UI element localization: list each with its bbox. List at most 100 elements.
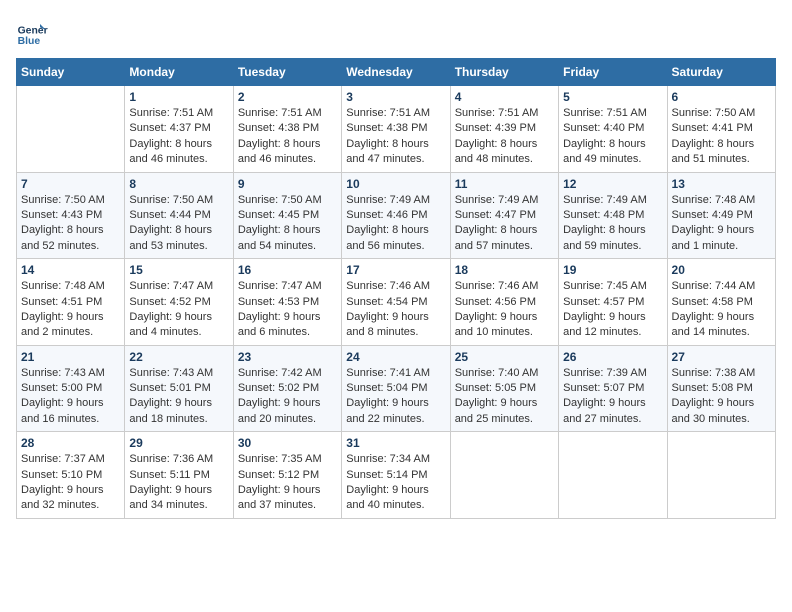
day-number: 1 [129,90,228,104]
calendar-cell: 16 Sunrise: 7:47 AM Sunset: 4:53 PM Dayli… [233,259,341,346]
day-number: 14 [21,263,120,277]
day-number: 17 [346,263,445,277]
calendar-cell: 12 Sunrise: 7:49 AM Sunset: 4:48 PM Dayli… [559,172,667,259]
day-number: 3 [346,90,445,104]
day-info: Sunrise: 7:42 AM Sunset: 5:02 PM Dayligh… [238,366,337,428]
calendar-cell: 13 Sunrise: 7:48 AM Sunset: 4:49 PM Dayli… [667,172,775,259]
calendar-week-row: 21Sunrise: 7:43 AM Sunset: 5:00 PM Dayli… [17,345,776,432]
calendar-cell: 15 Sunrise: 7:47 AM Sunset: 4:52 PM Dayli… [125,259,233,346]
calendar-cell: 6Sunrise: 7:50 AM Sunset: 4:41 PM Daylig… [667,86,775,173]
day-info: Sunrise: 7:51 AM Sunset: 4:37 PM Dayligh… [129,106,228,168]
calendar-cell: 17 Sunrise: 7:46 AM Sunset: 4:54 PM Dayli… [342,259,450,346]
day-number: 7 [21,177,120,191]
day-number: 24 [346,350,445,364]
day-number: 31 [346,436,445,450]
calendar-cell: 10 Sunrise: 7:49 AM Sunset: 4:46 PM Dayli… [342,172,450,259]
day-number: 11 [455,177,554,191]
day-number: 8 [129,177,228,191]
day-number: 19 [563,263,662,277]
calendar-cell: 22Sunrise: 7:43 AM Sunset: 5:01 PM Dayli… [125,345,233,432]
calendar-cell: 31 Sunrise: 7:34 AM Sunset: 5:14 PM Dayli… [342,432,450,519]
calendar-cell: 30 Sunrise: 7:35 AM Sunset: 5:12 PM Dayli… [233,432,341,519]
calendar-cell: 25 Sunrise: 7:40 AM Sunset: 5:05 PM Dayli… [450,345,558,432]
day-number: 18 [455,263,554,277]
calendar-cell: 9 Sunrise: 7:50 AM Sunset: 4:45 PM Daylig… [233,172,341,259]
calendar-cell: 4Sunrise: 7:51 AM Sunset: 4:39 PM Daylig… [450,86,558,173]
day-info: Sunrise: 7:38 AM Sunset: 5:08 PM Dayligh… [672,366,771,428]
day-info: Sunrise: 7:50 AM Sunset: 4:45 PM Dayligh… [238,193,337,255]
day-info: Sunrise: 7:48 AM Sunset: 4:51 PM Dayligh… [21,279,120,341]
calendar-week-row: 14 Sunrise: 7:48 AM Sunset: 4:51 PM Dayli… [17,259,776,346]
day-number: 30 [238,436,337,450]
day-info: Sunrise: 7:45 AM Sunset: 4:57 PM Dayligh… [563,279,662,341]
day-info: Sunrise: 7:48 AM Sunset: 4:49 PM Dayligh… [672,193,771,255]
calendar-cell: 28 Sunrise: 7:37 AM Sunset: 5:10 PM Dayli… [17,432,125,519]
day-info: Sunrise: 7:47 AM Sunset: 4:53 PM Dayligh… [238,279,337,341]
day-number: 12 [563,177,662,191]
day-info: Sunrise: 7:35 AM Sunset: 5:12 PM Dayligh… [238,452,337,514]
day-number: 15 [129,263,228,277]
calendar-week-row: 28 Sunrise: 7:37 AM Sunset: 5:10 PM Dayli… [17,432,776,519]
calendar-table: SundayMondayTuesdayWednesdayThursdayFrid… [16,58,776,519]
calendar-cell: 1 Sunrise: 7:51 AM Sunset: 4:37 PM Daylig… [125,86,233,173]
calendar-cell: 21Sunrise: 7:43 AM Sunset: 5:00 PM Dayli… [17,345,125,432]
weekday-header: Friday [559,59,667,86]
weekday-header: Sunday [17,59,125,86]
calendar-body: 1 Sunrise: 7:51 AM Sunset: 4:37 PM Daylig… [17,86,776,519]
weekday-header: Tuesday [233,59,341,86]
day-info: Sunrise: 7:50 AM Sunset: 4:43 PM Dayligh… [21,193,120,255]
calendar-cell: 19 Sunrise: 7:45 AM Sunset: 4:57 PM Dayli… [559,259,667,346]
calendar-cell: 24Sunrise: 7:41 AM Sunset: 5:04 PM Dayli… [342,345,450,432]
day-info: Sunrise: 7:49 AM Sunset: 4:47 PM Dayligh… [455,193,554,255]
day-number: 28 [21,436,120,450]
calendar-cell: 7 Sunrise: 7:50 AM Sunset: 4:43 PM Daylig… [17,172,125,259]
day-info: Sunrise: 7:51 AM Sunset: 4:39 PM Dayligh… [455,106,554,168]
day-info: Sunrise: 7:51 AM Sunset: 4:38 PM Dayligh… [238,106,337,168]
day-number: 20 [672,263,771,277]
svg-text:General: General [18,26,48,37]
calendar-cell: 20Sunrise: 7:44 AM Sunset: 4:58 PM Dayli… [667,259,775,346]
day-number: 29 [129,436,228,450]
svg-text:Blue: Blue [18,36,41,47]
weekday-header: Saturday [667,59,775,86]
day-info: Sunrise: 7:39 AM Sunset: 5:07 PM Dayligh… [563,366,662,428]
page-header: General Blue [16,16,776,48]
logo-icon: General Blue [16,16,48,48]
calendar-cell: 8 Sunrise: 7:50 AM Sunset: 4:44 PM Daylig… [125,172,233,259]
day-info: Sunrise: 7:47 AM Sunset: 4:52 PM Dayligh… [129,279,228,341]
calendar-header: SundayMondayTuesdayWednesdayThursdayFrid… [17,59,776,86]
calendar-cell: 18 Sunrise: 7:46 AM Sunset: 4:56 PM Dayli… [450,259,558,346]
day-number: 25 [455,350,554,364]
day-info: Sunrise: 7:49 AM Sunset: 4:48 PM Dayligh… [563,193,662,255]
day-info: Sunrise: 7:36 AM Sunset: 5:11 PM Dayligh… [129,452,228,514]
day-info: Sunrise: 7:37 AM Sunset: 5:10 PM Dayligh… [21,452,120,514]
day-number: 2 [238,90,337,104]
day-number: 9 [238,177,337,191]
day-number: 23 [238,350,337,364]
calendar-cell [559,432,667,519]
day-info: Sunrise: 7:49 AM Sunset: 4:46 PM Dayligh… [346,193,445,255]
calendar-cell: 27Sunrise: 7:38 AM Sunset: 5:08 PM Dayli… [667,345,775,432]
calendar-cell: 5Sunrise: 7:51 AM Sunset: 4:40 PM Daylig… [559,86,667,173]
weekday-header: Wednesday [342,59,450,86]
weekday-header: Thursday [450,59,558,86]
day-number: 13 [672,177,771,191]
day-info: Sunrise: 7:51 AM Sunset: 4:38 PM Dayligh… [346,106,445,168]
calendar-cell: 11 Sunrise: 7:49 AM Sunset: 4:47 PM Dayli… [450,172,558,259]
calendar-cell [17,86,125,173]
day-info: Sunrise: 7:46 AM Sunset: 4:56 PM Dayligh… [455,279,554,341]
calendar-cell: 23 Sunrise: 7:42 AM Sunset: 5:02 PM Dayli… [233,345,341,432]
day-info: Sunrise: 7:51 AM Sunset: 4:40 PM Dayligh… [563,106,662,168]
day-info: Sunrise: 7:43 AM Sunset: 5:01 PM Dayligh… [129,366,228,428]
calendar-cell: 2 Sunrise: 7:51 AM Sunset: 4:38 PM Daylig… [233,86,341,173]
day-info: Sunrise: 7:40 AM Sunset: 5:05 PM Dayligh… [455,366,554,428]
day-info: Sunrise: 7:34 AM Sunset: 5:14 PM Dayligh… [346,452,445,514]
weekday-header: Monday [125,59,233,86]
logo: General Blue [16,16,52,48]
day-number: 10 [346,177,445,191]
day-info: Sunrise: 7:50 AM Sunset: 4:44 PM Dayligh… [129,193,228,255]
calendar-cell: 14 Sunrise: 7:48 AM Sunset: 4:51 PM Dayli… [17,259,125,346]
day-info: Sunrise: 7:46 AM Sunset: 4:54 PM Dayligh… [346,279,445,341]
calendar-week-row: 7 Sunrise: 7:50 AM Sunset: 4:43 PM Daylig… [17,172,776,259]
day-number: 16 [238,263,337,277]
